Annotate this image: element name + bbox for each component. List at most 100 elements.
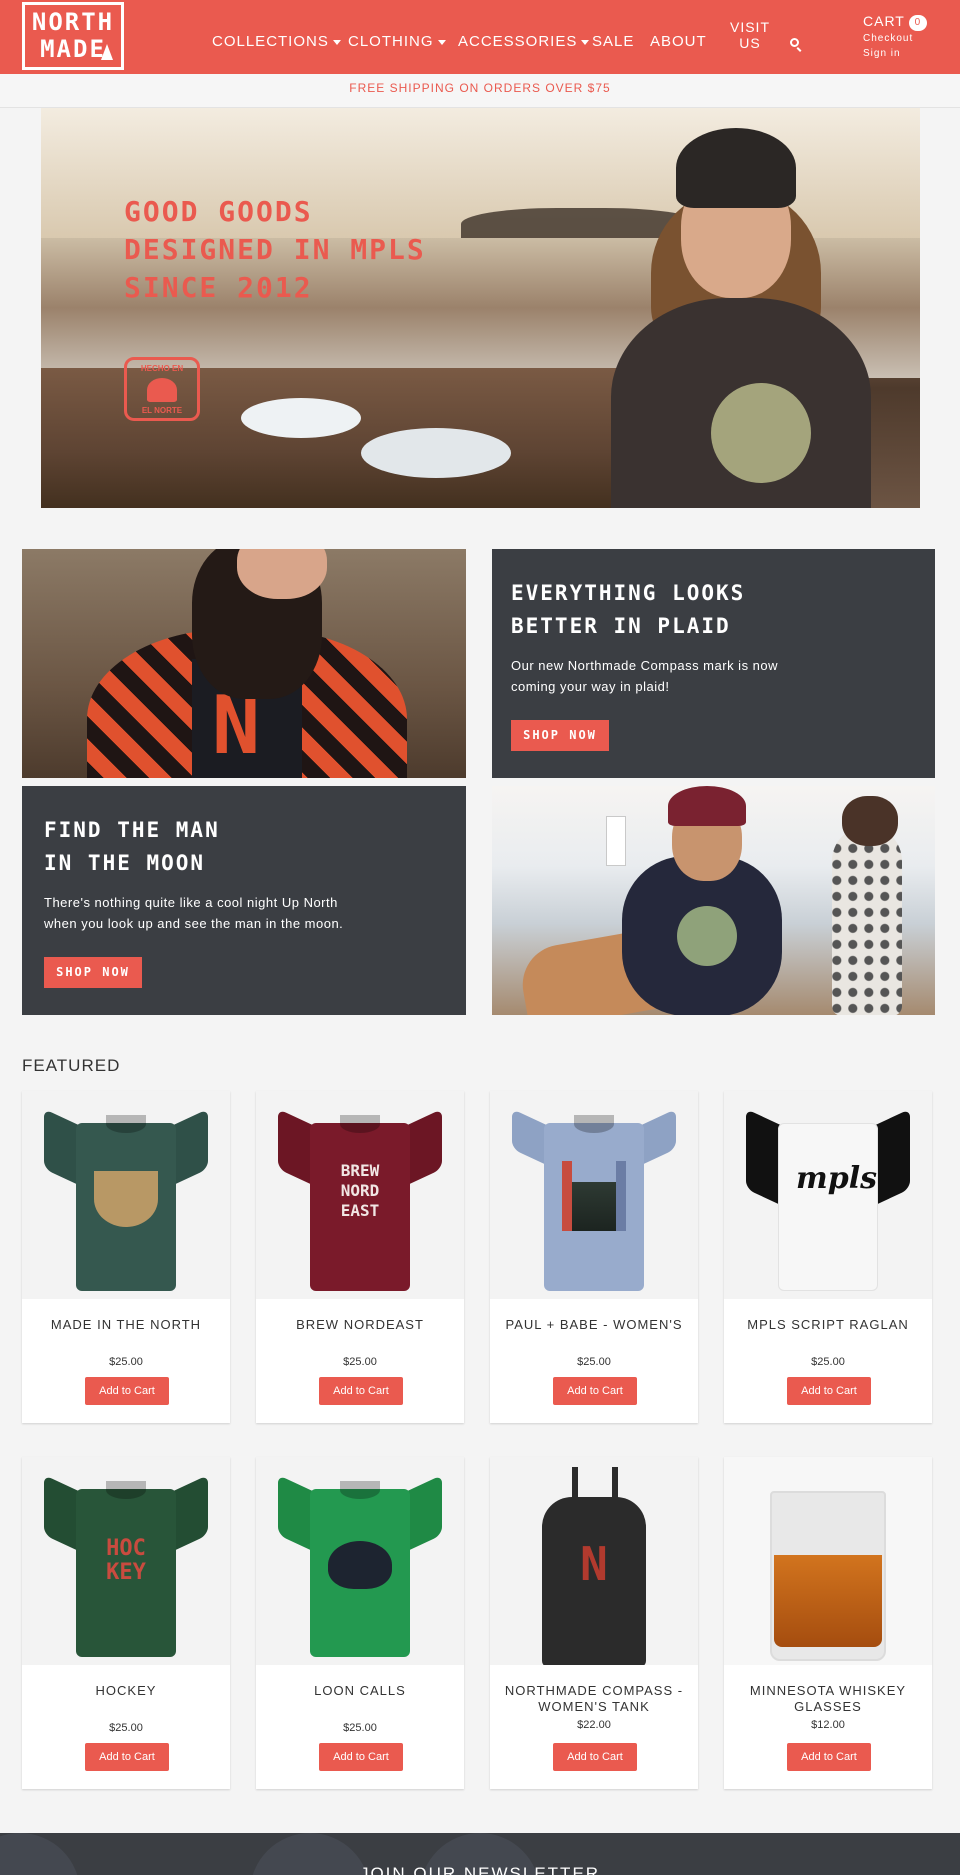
hero-ice bbox=[241, 398, 361, 438]
hero-line2: DESIGNED IN MPLS bbox=[124, 233, 426, 266]
nav-visit-us[interactable]: VISIT US bbox=[728, 19, 772, 51]
product-card[interactable]: MADE IN THE NORTH $25.00 Add to Cart bbox=[22, 1091, 230, 1423]
add-to-cart-button[interactable]: Add to Cart bbox=[319, 1743, 403, 1771]
product-name[interactable]: NORTHMADE COMPASS - WOMEN'S TANK bbox=[490, 1683, 698, 1715]
product-image[interactable]: mpls bbox=[724, 1091, 932, 1299]
brew-nordeast-print: BREW NORD EAST bbox=[328, 1161, 392, 1231]
lighthouse bbox=[606, 816, 626, 866]
print-line: KEY bbox=[106, 1560, 146, 1585]
collar bbox=[106, 1115, 146, 1133]
add-to-cart-button[interactable]: Add to Cart bbox=[85, 1377, 169, 1405]
hero-ice bbox=[361, 428, 511, 478]
product-image[interactable]: HOC KEY bbox=[22, 1457, 230, 1665]
cart-link[interactable]: CART 0 bbox=[863, 13, 927, 31]
product-name-line2: GLASSES bbox=[794, 1699, 862, 1714]
product-name-line1: MINNESOTA WHISKEY bbox=[749, 1683, 907, 1698]
cart-count-badge: 0 bbox=[908, 15, 927, 31]
plaid-text-line1: Our new Northmade Compass mark is now bbox=[511, 658, 779, 673]
product-name[interactable]: MINNESOTA WHISKEY GLASSES bbox=[724, 1683, 932, 1715]
product-image[interactable] bbox=[256, 1457, 464, 1665]
northmade-logo[interactable]: NORTH MADE bbox=[22, 2, 124, 70]
nav-about[interactable]: ABOUT bbox=[650, 33, 707, 50]
checkout-link[interactable]: Checkout bbox=[863, 33, 913, 44]
moon-promo-panel: FIND THE MAN IN THE MOON There's nothing… bbox=[22, 786, 466, 1015]
product-image[interactable] bbox=[22, 1091, 230, 1299]
site-header: NORTH MADE COLLECTIONS CLOTHING ACCESSOR… bbox=[0, 0, 960, 74]
signin-link[interactable]: Sign in bbox=[863, 48, 901, 59]
hockey-print: HOC KEY bbox=[94, 1537, 158, 1607]
tshirt-graphic bbox=[512, 1101, 676, 1291]
search-icon[interactable] bbox=[790, 38, 799, 47]
paul-and-babe-print bbox=[562, 1161, 626, 1231]
product-card[interactable]: MINNESOTA WHISKEY GLASSES $12.00 Add to … bbox=[724, 1457, 932, 1789]
product-card[interactable]: BREW NORD EAST BREW NORDEAST $25.00 Add … bbox=[256, 1091, 464, 1423]
plaid-text-line2: coming your way in plaid! bbox=[511, 679, 670, 694]
plaid-shop-now-button[interactable]: SHOP NOW bbox=[511, 720, 609, 751]
moon-title-line2: IN THE MOON bbox=[44, 851, 206, 875]
moon-shop-now-button[interactable]: SHOP NOW bbox=[44, 957, 142, 988]
shipping-banner: FREE SHIPPING ON ORDERS OVER $75 bbox=[0, 74, 960, 108]
print-line: HOC bbox=[106, 1536, 146, 1561]
visit-line1: VISIT bbox=[729, 19, 770, 35]
man-beanie bbox=[668, 786, 746, 826]
add-to-cart-button[interactable]: Add to Cart bbox=[553, 1377, 637, 1405]
badge-top-text: HECHO EN bbox=[140, 364, 184, 373]
product-name[interactable]: PAUL + BABE - WOMEN'S bbox=[490, 1317, 698, 1333]
whiskey-glass bbox=[770, 1491, 886, 1661]
tree-icon bbox=[101, 44, 113, 60]
add-to-cart-button[interactable]: Add to Cart bbox=[319, 1377, 403, 1405]
product-card[interactable]: HOC KEY HOCKEY $25.00 Add to Cart bbox=[22, 1457, 230, 1789]
product-name[interactable]: LOON CALLS bbox=[256, 1683, 464, 1699]
featured-heading: FEATURED bbox=[22, 1056, 121, 1075]
product-card[interactable]: mpls MPLS SCRIPT RAGLAN $25.00 Add to Ca… bbox=[724, 1091, 932, 1423]
moon-promo-title: FIND THE MAN IN THE MOON bbox=[44, 814, 220, 880]
newsletter-footer: JOIN OUR NEWSLETTER bbox=[0, 1833, 960, 1875]
hero-banner[interactable] bbox=[41, 108, 920, 508]
product-image[interactable]: BREW NORD EAST bbox=[256, 1091, 464, 1299]
product-image[interactable]: N bbox=[490, 1457, 698, 1665]
product-card[interactable]: N NORTHMADE COMPASS - WOMEN'S TANK $22.0… bbox=[490, 1457, 698, 1789]
raglan-graphic: mpls bbox=[746, 1101, 910, 1291]
product-price: $25.00 bbox=[109, 1356, 143, 1368]
add-to-cart-button[interactable]: Add to Cart bbox=[787, 1743, 871, 1771]
collar bbox=[340, 1115, 380, 1133]
product-name[interactable]: HOCKEY bbox=[22, 1683, 230, 1699]
print-line: NORD bbox=[340, 1181, 380, 1200]
product-image[interactable] bbox=[724, 1457, 932, 1665]
product-price: $12.00 bbox=[811, 1719, 845, 1731]
tshirt-graphic: BREW NORD EAST bbox=[278, 1101, 442, 1291]
mpls-script-print: mpls bbox=[796, 1161, 878, 1196]
man-and-dog-photo[interactable] bbox=[492, 786, 935, 1015]
nav-collections-label: COLLECTIONS bbox=[212, 33, 329, 50]
moon-text-line2: when you look up and see the man in the … bbox=[44, 916, 344, 931]
hero-model-photo bbox=[601, 128, 901, 508]
product-name[interactable]: MPLS SCRIPT RAGLAN bbox=[724, 1317, 932, 1333]
compass-n-print: N bbox=[580, 1537, 608, 1591]
product-name[interactable]: MADE IN THE NORTH bbox=[22, 1317, 230, 1333]
product-card[interactable]: PAUL + BABE - WOMEN'S $25.00 Add to Cart bbox=[490, 1091, 698, 1423]
add-to-cart-button[interactable]: Add to Cart bbox=[787, 1377, 871, 1405]
nav-accessories[interactable]: ACCESSORIES bbox=[458, 33, 590, 50]
dog-head bbox=[842, 796, 898, 846]
product-name[interactable]: BREW NORDEAST bbox=[256, 1317, 464, 1333]
chevron-down-icon bbox=[437, 39, 446, 45]
chevron-down-icon bbox=[581, 39, 590, 45]
add-to-cart-button[interactable]: Add to Cart bbox=[85, 1743, 169, 1771]
hero-beanie bbox=[676, 128, 796, 208]
add-to-cart-button[interactable]: Add to Cart bbox=[553, 1743, 637, 1771]
tshirt-graphic bbox=[278, 1467, 442, 1657]
nav-clothing[interactable]: CLOTHING bbox=[348, 33, 446, 50]
nav-accessories-label: ACCESSORIES bbox=[458, 33, 578, 50]
nav-sale[interactable]: SALE bbox=[592, 33, 634, 50]
print-line: BREW bbox=[340, 1161, 380, 1180]
product-name-line1: NORTHMADE COMPASS - bbox=[504, 1683, 684, 1698]
plaid-title-line1: EVERYTHING LOOKS bbox=[511, 581, 746, 605]
nav-collections[interactable]: COLLECTIONS bbox=[212, 33, 341, 50]
product-price: $22.00 bbox=[577, 1719, 611, 1731]
fist-stick-print bbox=[94, 1171, 158, 1227]
plaid-photo[interactable]: N bbox=[22, 549, 466, 778]
product-card[interactable]: LOON CALLS $25.00 Add to Cart bbox=[256, 1457, 464, 1789]
collar bbox=[574, 1115, 614, 1133]
product-image[interactable] bbox=[490, 1091, 698, 1299]
nav-clothing-label: CLOTHING bbox=[348, 33, 434, 50]
